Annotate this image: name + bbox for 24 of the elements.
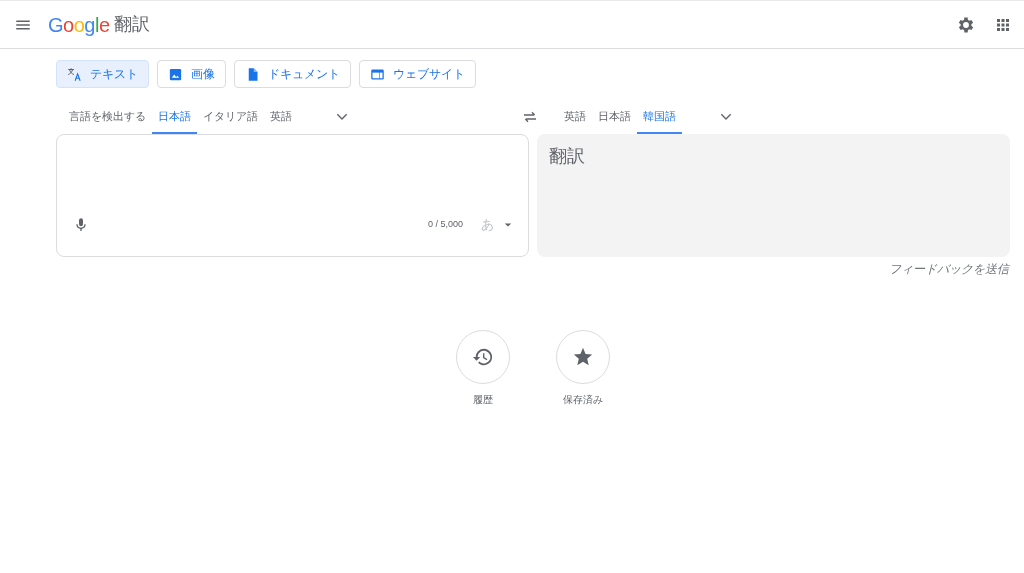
dropdown-caret-icon[interactable] [504,220,512,229]
swap-icon[interactable] [522,109,538,125]
mode-tab[interactable]: ドキュメント [234,60,351,88]
shortcut-label: 保存済み [563,392,603,407]
language-tab[interactable]: 英語 [264,100,298,134]
character-counter: 0 / 5,000 [427,218,463,231]
feedback-link[interactable]: フィードバックを送信 [889,262,1009,278]
translation-output-field[interactable]: 翻訳 [537,134,1010,257]
language-tab[interactable]: 日本語 [152,100,197,134]
microphone-icon[interactable] [73,216,89,233]
translate-icon [67,66,82,82]
language-tab[interactable]: イタリア語 [197,100,264,134]
language-tab[interactable]: 英語 [558,100,592,134]
language-tab[interactable]: 日本語 [592,100,637,134]
saved-button[interactable] [556,329,610,384]
mode-tab[interactable]: テキスト [56,60,149,88]
shortcut-label: 履歴 [473,392,493,407]
image-icon [168,66,183,82]
logo-wordmark: Google [48,12,110,38]
history-button[interactable] [456,329,510,384]
language-tab[interactable]: 言語を検出する [63,100,152,134]
mode-tab[interactable]: 画像 [157,60,226,88]
product-name: 翻訳 [113,13,150,36]
mode-tab[interactable]: ウェブサイト [359,60,476,88]
